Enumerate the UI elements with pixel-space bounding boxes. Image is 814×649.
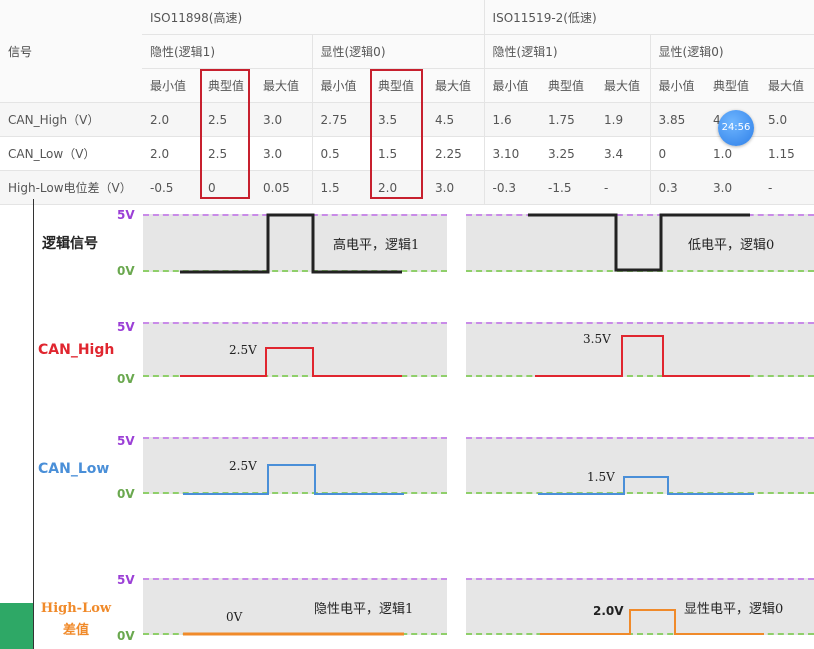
level-label-can-low-dominant: 1.5V (587, 470, 615, 484)
note-logic-low: 低电平，逻辑0 (688, 238, 775, 253)
level-label-can-high-recessive: 2.5V (229, 343, 257, 357)
note-diff-recessive: 隐性电平，逻辑1 (314, 602, 414, 617)
waveform-canvas (180, 213, 764, 636)
level-label-diff-dominant: 2.0V (593, 604, 624, 618)
waveform-can-low-right (538, 476, 754, 495)
waveform-can-low-left (183, 464, 404, 495)
waveform-can-high-left (180, 347, 402, 377)
level-label-diff-recessive: 0V (226, 610, 243, 624)
level-label-can-high-dominant: 3.5V (583, 332, 611, 346)
note-logic-high: 高电平，逻辑1 (333, 238, 420, 253)
level-label-can-low-recessive: 2.5V (229, 459, 257, 473)
note-diff-dominant: 显性电平，逻辑0 (684, 602, 784, 617)
waveform-can-high-right (535, 335, 750, 377)
